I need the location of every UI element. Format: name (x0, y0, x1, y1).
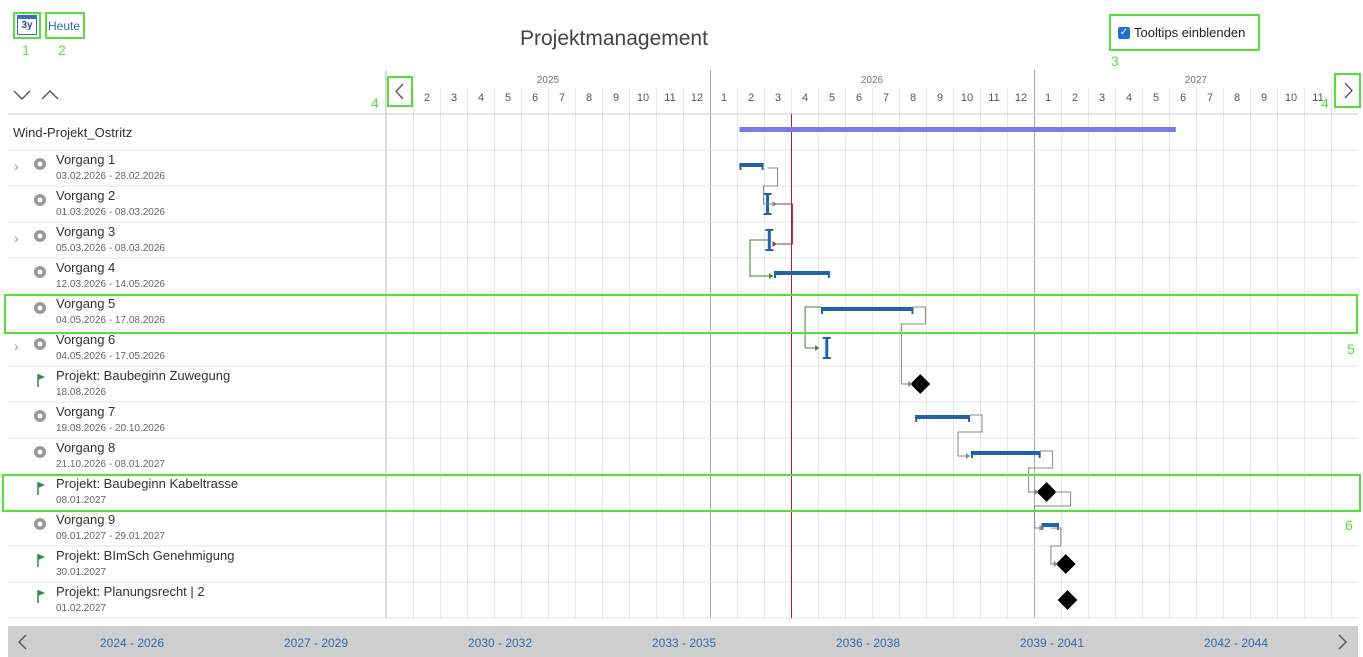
task-bar (1041, 523, 1059, 527)
task-name: Vorgang 8 (56, 440, 116, 455)
gear-icon (34, 230, 46, 242)
task-dates: 19.08.2026 - 20.10.2026 (56, 423, 165, 434)
task-row[interactable]: › Vorgang 6 04.05.2026 - 17.05.2026 (8, 330, 386, 366)
task-name: Projekt: Baubeginn Zuwegung (56, 368, 231, 383)
period-link[interactable]: 2039 - 2041 (1020, 636, 1084, 650)
dependency-line (774, 203, 794, 245)
task-bar (739, 163, 764, 167)
task-row[interactable]: Vorgang 9 09.01.2027 - 29.01.2027 (8, 510, 386, 546)
gear-icon (34, 446, 46, 458)
period-link[interactable]: 2033 - 2035 (652, 636, 716, 650)
task-dates: 18.08.2026 (56, 387, 107, 398)
task-row[interactable]: Vorgang 7 19.08.2026 - 20.10.2026 (8, 402, 386, 438)
short-task-bar (825, 337, 829, 359)
short-task-bar (767, 229, 771, 251)
row-highlight-kabeltrasse (2, 474, 1361, 512)
chevron-right-icon[interactable]: › (14, 230, 19, 246)
task-bar (915, 415, 971, 419)
task-bar-end (1038, 451, 1041, 458)
period-next-icon[interactable] (1335, 632, 1351, 652)
task-bar-end (1056, 523, 1059, 530)
task-row[interactable]: Vorgang 4 12.03.2026 - 14.05.2026 (8, 258, 386, 294)
flag-icon (37, 590, 45, 603)
gear-icon (34, 194, 46, 206)
task-name: Vorgang 9 (56, 512, 116, 527)
task-name: Projekt: BImSch Genehmigung (56, 548, 235, 563)
task-row[interactable]: Vorgang 2 01.03.2026 - 08.03.2026 (8, 186, 386, 222)
milestone-diamond (910, 374, 931, 394)
dependency-arrow (1053, 561, 1058, 567)
period-link[interactable]: 2042 - 2044 (1204, 636, 1268, 650)
chevron-right-icon[interactable]: › (14, 158, 19, 174)
milestone-diamond (1055, 554, 1076, 574)
task-bar-end (739, 163, 742, 170)
task-name: Projekt: Planungsrecht | 2 (56, 584, 205, 599)
milestone-diamond (1057, 590, 1078, 610)
annotation-6: 6 (1345, 517, 1353, 533)
task-dates: 21.10.2026 - 08.01.2027 (56, 459, 165, 470)
task-name: Vorgang 2 (56, 188, 116, 203)
task-row[interactable]: Projekt: Baubeginn Zuwegung 18.08.2026 (8, 366, 386, 402)
dependency-arrow (965, 453, 970, 459)
task-dates: 04.05.2026 - 17.05.2026 (56, 351, 165, 362)
task-dates: 01.03.2026 - 08.03.2026 (56, 207, 165, 218)
dependency-line (1050, 527, 1062, 565)
task-name: Vorgang 6 (56, 332, 116, 347)
chevron-right-icon[interactable]: › (14, 338, 19, 354)
period-link[interactable]: 2036 - 2038 (836, 636, 900, 650)
period-link[interactable]: 2027 - 2029 (284, 636, 348, 650)
task-bar-end (827, 271, 830, 278)
flag-icon (37, 554, 45, 567)
task-row[interactable]: Projekt: Planungsrecht | 2 01.02.2027 (8, 582, 386, 618)
short-task-cap (763, 193, 772, 195)
task-bar-end (970, 451, 973, 458)
task-bar-end (761, 163, 764, 170)
dependency-arrow (769, 273, 774, 279)
task-name: Vorgang 4 (56, 260, 116, 275)
dependency-arrow (772, 241, 777, 247)
project-summary-bar (739, 127, 1176, 132)
task-bar-end (968, 415, 971, 422)
task-bar (970, 451, 1041, 455)
period-link[interactable]: 2030 - 2032 (468, 636, 532, 650)
period-prev-icon[interactable] (14, 632, 30, 652)
short-task-cap (763, 213, 772, 215)
short-task-cap (822, 357, 831, 359)
task-bar-end (915, 415, 918, 422)
task-dates: 09.01.2027 - 29.01.2027 (56, 531, 165, 542)
task-name: Vorgang 1 (56, 152, 116, 167)
task-row[interactable]: › Vorgang 1 03.02.2026 - 28.02.2026 (8, 150, 386, 186)
annotation-5: 5 (1347, 341, 1355, 357)
dependency-arrow (908, 381, 913, 387)
gear-icon (34, 338, 46, 350)
gear-icon (34, 410, 46, 422)
task-dates: 01.02.2027 (56, 603, 107, 614)
flag-icon (37, 374, 45, 387)
task-dates: 30.01.2027 (56, 567, 107, 578)
task-name: Vorgang 7 (56, 404, 116, 419)
gear-icon (34, 266, 46, 278)
task-bar (774, 271, 830, 275)
task-bar-end (774, 271, 777, 278)
task-row[interactable]: › Vorgang 3 05.03.2026 - 08.03.2026 (8, 222, 386, 258)
task-row[interactable]: Vorgang 8 21.10.2026 - 08.01.2027 (8, 438, 386, 474)
gear-icon (34, 158, 46, 170)
project-name: Wind-Projekt_Ostritz (13, 125, 133, 140)
row-highlight-vorgang-5 (4, 294, 1358, 334)
short-task-cap (822, 337, 831, 339)
task-dates: 05.03.2026 - 08.03.2026 (56, 243, 165, 254)
short-task-cap (765, 229, 774, 231)
short-task-cap (765, 249, 774, 251)
task-dates: 12.03.2026 - 14.05.2026 (56, 279, 165, 290)
task-row[interactable]: Projekt: BImSch Genehmigung 30.01.2027 (8, 546, 386, 582)
project-row[interactable]: Wind-Projekt_Ostritz (8, 114, 386, 150)
period-link[interactable]: 2024 - 2026 (100, 636, 164, 650)
task-dates: 03.02.2026 - 28.02.2026 (56, 171, 165, 182)
gear-icon (34, 518, 46, 530)
dependency-line (763, 167, 779, 205)
task-name: Vorgang 3 (56, 224, 116, 239)
